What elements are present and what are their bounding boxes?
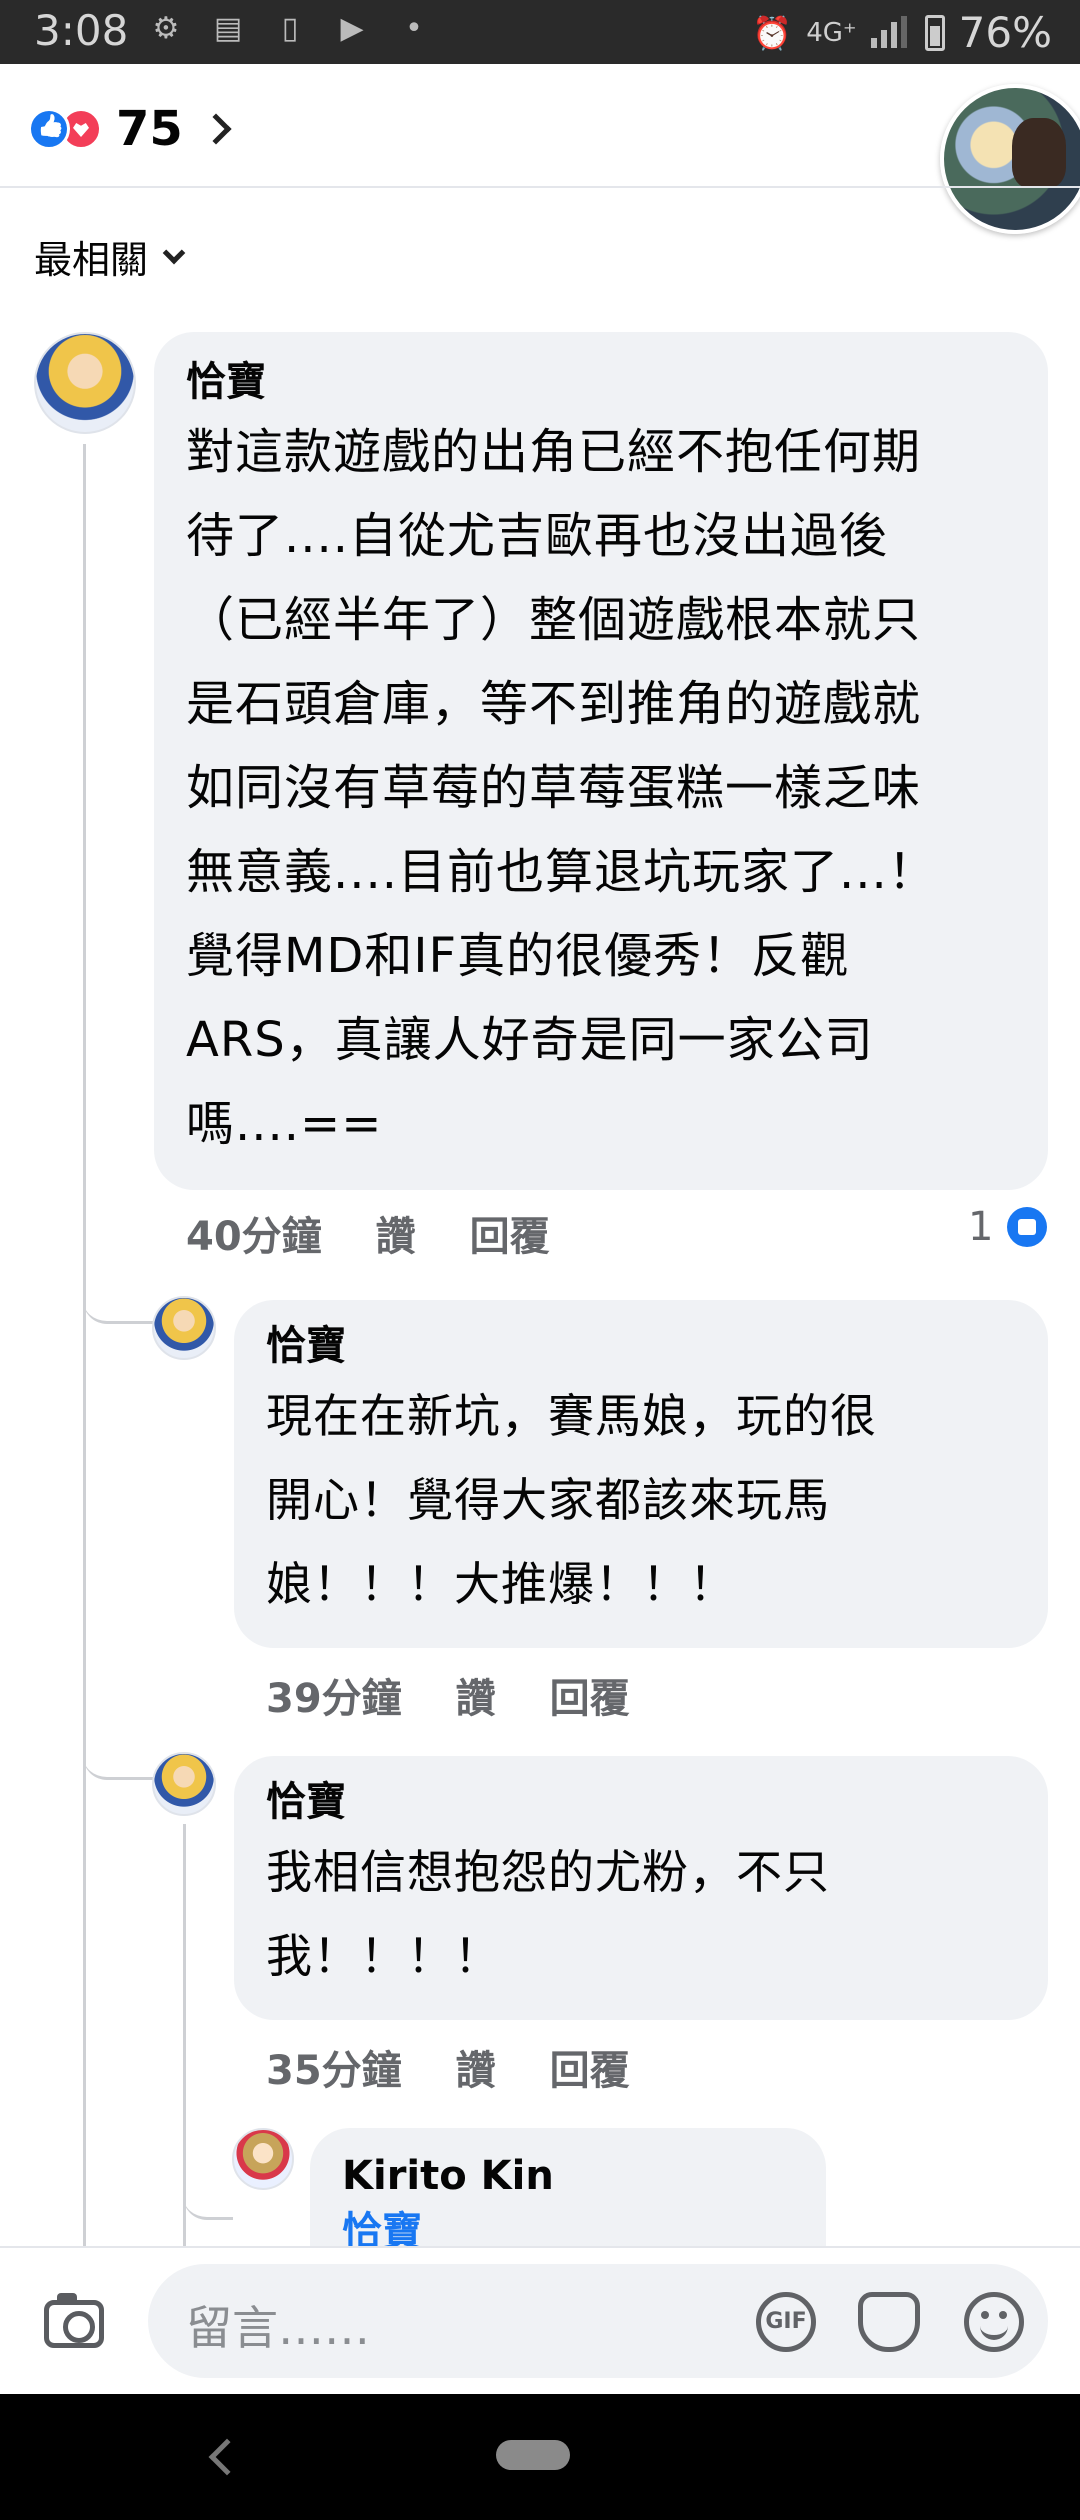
play-store-icon: ▶ xyxy=(340,11,364,46)
comment-time: 39分鐘 xyxy=(266,1676,402,1722)
comment-bubble: 恰寶 對這款遊戲的出角已經不抱任何期 待了....自從尤吉歐再也沒出過後 （已經… xyxy=(154,332,1048,1190)
comment-author[interactable]: 恰寶 xyxy=(186,354,1016,410)
like-button[interactable]: 讚 xyxy=(456,1666,496,1724)
battery-icon xyxy=(924,14,945,51)
reply-button[interactable]: 回覆 xyxy=(550,2038,630,2096)
chat-head-avatar[interactable] xyxy=(940,84,1080,234)
thread-line xyxy=(183,1824,186,2310)
comment-time: 40分鐘 xyxy=(186,1214,322,1260)
like-button[interactable]: 讚 xyxy=(456,2038,496,2096)
back-icon[interactable] xyxy=(208,2438,246,2476)
comment-actions: 40分鐘 讚 回覆 xyxy=(186,1204,550,1262)
message-icon: ▤ xyxy=(213,11,243,46)
comments-sheet: 75 最相關 恰寶 對這款遊戲的出角已經不抱任何期 待了....自從尤吉歐再也沒… xyxy=(0,64,1080,2394)
network-type: 4G⁺ xyxy=(806,17,857,48)
settings-icon: ⚙ xyxy=(152,11,180,46)
reply-button[interactable]: 回覆 xyxy=(550,1666,630,1724)
comment-author[interactable]: 恰寶 xyxy=(266,1774,1016,1830)
gif-icon[interactable]: GIF xyxy=(756,2292,816,2352)
system-nav-bar xyxy=(0,2394,1080,2520)
camera-icon[interactable] xyxy=(44,2293,104,2348)
chevron-down-icon xyxy=(162,241,186,264)
avatar[interactable] xyxy=(152,1296,216,1360)
header-divider xyxy=(0,186,1080,188)
reaction-count: 75 xyxy=(116,101,183,157)
like-button[interactable]: 讚 xyxy=(376,1204,416,1262)
comment-text: 我相信想抱怨的尤粉，不只 我！！！！ xyxy=(266,1845,830,1983)
thread-line xyxy=(83,444,86,2310)
comment-placeholder: 留言…… xyxy=(186,2301,370,2355)
thread-connector xyxy=(83,1284,153,1324)
home-pill[interactable] xyxy=(496,2440,570,2470)
chevron-right-icon xyxy=(200,113,232,145)
comment-time: 35分鐘 xyxy=(266,2048,402,2094)
avatar[interactable] xyxy=(232,2128,294,2190)
sort-label: 最相關 xyxy=(34,238,149,282)
like-reaction-icon xyxy=(28,108,70,150)
comment-like-count[interactable]: 1 xyxy=(968,1204,1048,1250)
comment-actions: 35分鐘 讚 回覆 xyxy=(266,2038,630,2096)
comment-author[interactable]: 恰寶 xyxy=(266,1318,1016,1374)
emoji-icon[interactable] xyxy=(964,2292,1024,2352)
notification-icons: ⚙ ▤ ▯ ▶ • xyxy=(150,12,430,46)
comment-text: 現在在新坑，賽馬娘，玩的很 開心！覺得大家都該來玩馬 娘！！！大推爆！！！ xyxy=(266,1389,877,1611)
sticker-icon[interactable] xyxy=(858,2292,920,2352)
avatar[interactable] xyxy=(152,1752,216,1816)
avatar[interactable] xyxy=(34,332,136,434)
thread-connector xyxy=(83,1740,153,1780)
signal-icon xyxy=(870,15,911,50)
comment-bubble: 恰寶 現在在新坑，賽馬娘，玩的很 開心！覺得大家都該來玩馬 娘！！！大推爆！！！ xyxy=(234,1300,1048,1648)
alarm-icon: ⏰ xyxy=(752,13,793,52)
battery-percent: 76% xyxy=(958,8,1052,57)
comment-text: 對這款遊戲的出角已經不抱任何期 待了....自從尤吉歐再也沒出過後 （已經半年了… xyxy=(186,424,937,1152)
thread-connector xyxy=(183,2180,233,2220)
comment-input[interactable]: 留言…… GIF xyxy=(148,2264,1048,2378)
like-icon xyxy=(1007,1207,1048,1247)
sort-dropdown[interactable]: 最相關 xyxy=(34,229,186,284)
comment-author[interactable]: Kirito Kin xyxy=(342,2148,794,2204)
compose-bar: 留言…… GIF xyxy=(0,2246,1080,2394)
reaction-summary[interactable]: 75 xyxy=(28,94,232,164)
status-right: ⏰ 4G⁺ 76% xyxy=(752,8,1052,57)
comment-bubble: 恰寶 我相信想抱怨的尤粉，不只 我！！！！ xyxy=(234,1756,1048,2020)
status-time: 3:08 xyxy=(34,6,129,55)
dot-icon: • xyxy=(405,11,423,46)
comment-actions: 39分鐘 讚 回覆 xyxy=(266,1666,630,1724)
reply-button[interactable]: 回覆 xyxy=(470,1204,550,1262)
app-icon: ▯ xyxy=(281,11,299,46)
status-bar: 3:08 ⚙ ▤ ▯ ▶ • ⏰ 4G⁺ 76% xyxy=(0,0,1080,64)
